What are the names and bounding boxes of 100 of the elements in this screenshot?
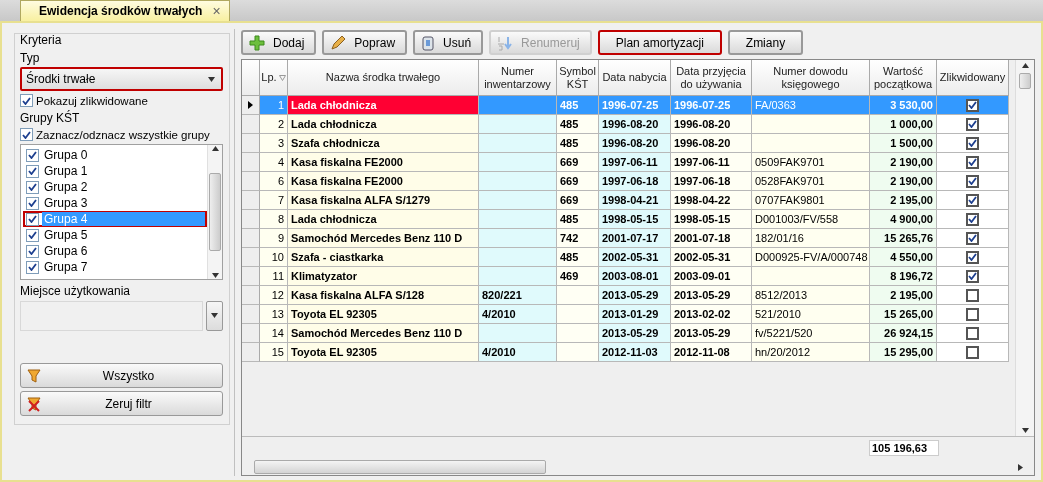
table-cell: 2001-07-18 xyxy=(671,229,752,248)
table-cell: 485 xyxy=(557,210,599,229)
table-cell: Samochód Mercedes Benz 110 D xyxy=(288,229,479,248)
checkbox[interactable] xyxy=(966,136,979,150)
toolbar-button[interactable]: Dodaj xyxy=(241,30,317,55)
check-icon xyxy=(22,130,31,139)
fraction-arrow-icon xyxy=(497,34,514,51)
checkbox[interactable] xyxy=(26,164,39,178)
group-list-item[interactable]: Grupa 2 xyxy=(23,179,207,195)
table-cell: 15 265,00 xyxy=(870,305,937,324)
scrollbar-thumb[interactable] xyxy=(1019,73,1031,89)
document-tab[interactable]: Ewidencja środków trwałych × xyxy=(20,0,230,21)
table-cell: 485 xyxy=(557,134,599,153)
checkbox[interactable] xyxy=(966,98,979,112)
checkbox[interactable] xyxy=(26,244,39,258)
group-list-item[interactable]: Grupa 0 xyxy=(23,147,207,163)
table-cell: 8512/2013 xyxy=(752,286,870,305)
table-cell: 1 500,00 xyxy=(870,134,937,153)
checkbox[interactable] xyxy=(20,128,33,141)
row-header[interactable] xyxy=(242,96,260,115)
table-cell: hn/20/2012 xyxy=(752,343,870,362)
close-button[interactable]: × xyxy=(212,3,221,19)
checkbox[interactable] xyxy=(966,288,979,302)
table-cell: 2003-09-01 xyxy=(671,267,752,286)
column-header[interactable]: Wartość początkowa xyxy=(870,60,937,96)
table-cell: Lada chłodnicza xyxy=(288,115,479,134)
type-dropdown[interactable]: Środki trwałe xyxy=(20,67,223,91)
group-list-item[interactable]: Grupa 5 xyxy=(23,227,207,243)
checkbox[interactable] xyxy=(966,193,979,207)
table-cell: 2001-07-17 xyxy=(599,229,671,248)
table-cell: 1996-08-20 xyxy=(599,115,671,134)
checkbox[interactable] xyxy=(26,148,39,162)
table-cell: 15 295,00 xyxy=(870,343,937,362)
group-list-item[interactable]: Grupa 6 xyxy=(23,243,207,259)
table-cell: 2 195,00 xyxy=(870,191,937,210)
checkbox[interactable] xyxy=(966,212,979,226)
checkbox[interactable] xyxy=(26,180,39,194)
group-list-item[interactable]: Grupa 1 xyxy=(23,163,207,179)
table-cell: 669 xyxy=(557,153,599,172)
checkbox[interactable] xyxy=(966,326,979,340)
column-header[interactable]: Nazwa środka trwałego xyxy=(288,60,479,96)
table-cell: fv/5221/520 xyxy=(752,324,870,343)
table-cell: FA/0363 xyxy=(752,96,870,115)
column-header[interactable]: Numer inwentarzowy xyxy=(479,60,557,96)
arrow-down-icon xyxy=(211,272,219,279)
sort-icon xyxy=(278,74,286,81)
table-cell: 7 xyxy=(260,191,288,210)
checkbox-row[interactable]: Pokazuj zlikwidowane xyxy=(20,94,223,107)
table-cell: 1998-05-15 xyxy=(599,210,671,229)
checkbox[interactable] xyxy=(966,231,979,245)
table-cell: 2 190,00 xyxy=(870,153,937,172)
arrow-down-icon xyxy=(1021,427,1029,434)
checkbox[interactable] xyxy=(26,196,39,210)
toolbar-button[interactable]: Usuń xyxy=(413,30,484,55)
trash-icon xyxy=(421,34,436,51)
check-icon xyxy=(968,101,977,109)
group-list-item[interactable]: Grupa 7 xyxy=(23,259,207,275)
column-header[interactable]: Numer dowodu księgowego xyxy=(752,60,870,96)
column-header[interactable]: Zlikwidowany xyxy=(937,60,1009,96)
table-cell: 10 xyxy=(260,248,288,267)
checkbox[interactable] xyxy=(966,307,979,321)
filter-button[interactable]: Zeruj filtr xyxy=(20,391,223,416)
scrollbar-thumb[interactable] xyxy=(209,173,221,251)
column-header[interactable]: Data przyjęcia do używania xyxy=(671,60,752,96)
table-cell: 1996-08-20 xyxy=(671,115,752,134)
checkbox[interactable] xyxy=(966,269,979,283)
dropdown-button[interactable] xyxy=(206,301,223,331)
scrollbar-thumb[interactable] xyxy=(254,460,546,474)
table-cell: 4/2010 xyxy=(479,305,557,324)
checkbox[interactable] xyxy=(966,345,979,359)
toolbar-button[interactable]: Zmiany xyxy=(727,30,804,55)
total-value: 105 196,63 xyxy=(869,440,939,456)
checkbox[interactable] xyxy=(26,228,39,242)
scrollbar[interactable] xyxy=(207,145,222,279)
scrollbar[interactable] xyxy=(1015,60,1034,436)
checkbox[interactable] xyxy=(966,117,979,131)
table-cell: 2012-11-03 xyxy=(599,343,671,362)
filter-button[interactable]: Wszystko xyxy=(20,363,223,388)
checkbox-label: Pokazuj zlikwidowane xyxy=(36,94,148,107)
checkbox[interactable] xyxy=(966,155,979,169)
column-header[interactable]: Symbol KŚT xyxy=(557,60,599,96)
check-icon xyxy=(968,177,977,185)
table-cell: Klimatyzator xyxy=(288,267,479,286)
table-cell xyxy=(557,286,599,305)
toolbar-button[interactable]: Popraw xyxy=(322,30,408,55)
checkbox[interactable] xyxy=(26,212,39,226)
checkbox[interactable] xyxy=(26,260,39,274)
table-cell: Toyota EL 92305 xyxy=(288,343,479,362)
column-header[interactable]: Data nabycia xyxy=(599,60,671,96)
table-cell: 9 xyxy=(260,229,288,248)
check-icon xyxy=(968,272,977,280)
group-list-item[interactable]: Grupa 3 xyxy=(23,195,207,211)
table-cell: 2 xyxy=(260,115,288,134)
toolbar-button[interactable]: Plan amortyzacji xyxy=(597,30,722,55)
checkbox[interactable] xyxy=(20,94,33,107)
checkbox[interactable] xyxy=(966,250,979,264)
checkbox[interactable] xyxy=(966,174,979,188)
table-cell: 820/221 xyxy=(479,286,557,305)
table-cell: D001003/FV/558 xyxy=(752,210,870,229)
column-header[interactable]: Lp. xyxy=(260,60,288,96)
